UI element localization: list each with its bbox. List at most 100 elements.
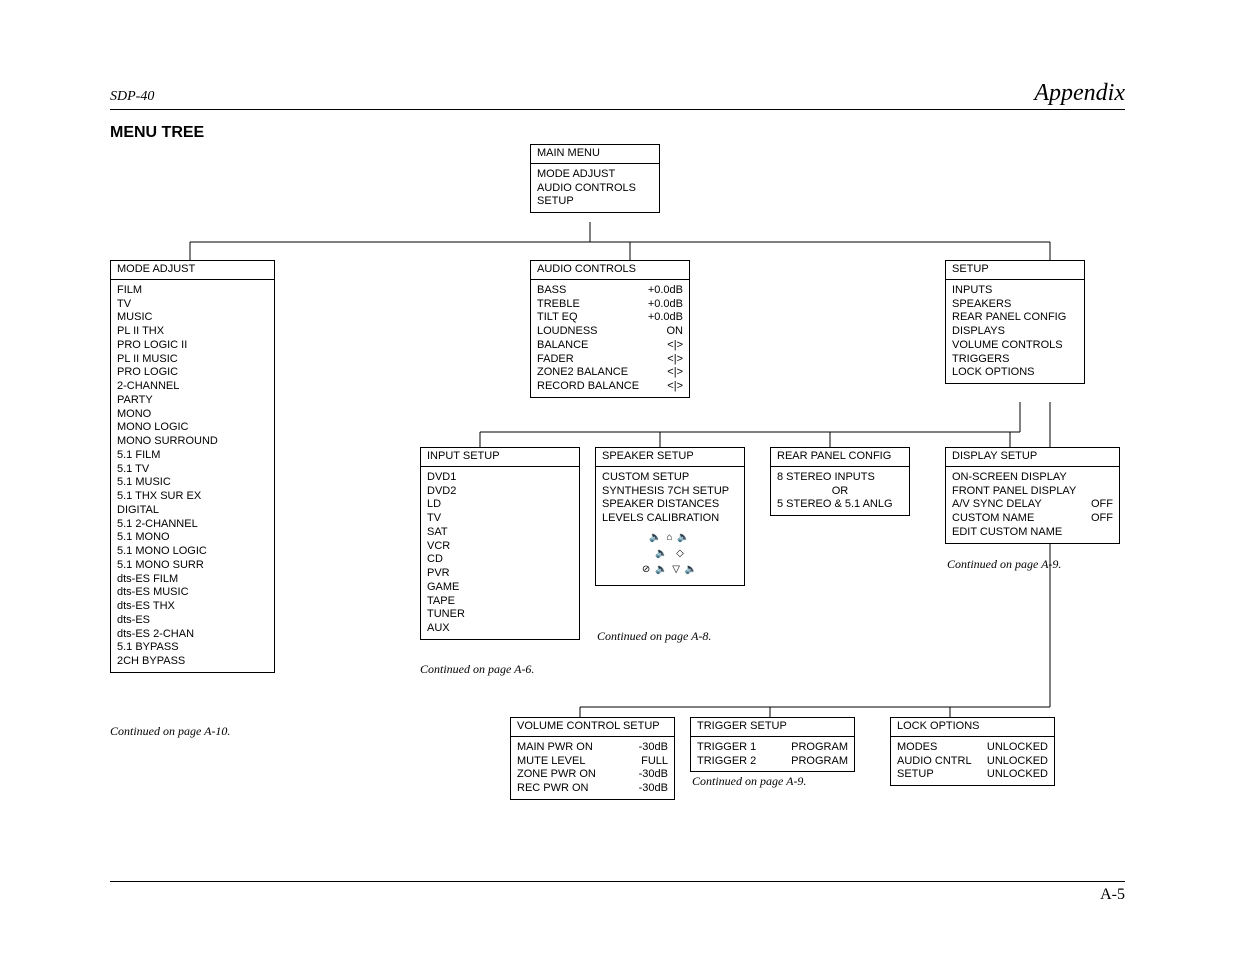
list-item: dts-ES FILM bbox=[117, 573, 268, 587]
speaker-setup-continued: Continued on page A-8. bbox=[597, 629, 711, 644]
list-item: 5.1 MUSIC bbox=[117, 476, 268, 490]
mode-adjust-title: MODE ADJUST bbox=[111, 261, 274, 280]
display-setup-box: DISPLAY SETUP ON-SCREEN DISPLAYFRONT PAN… bbox=[945, 447, 1120, 544]
row-label: A/V SYNC DELAY bbox=[952, 498, 1042, 512]
row-label: RECORD BALANCE bbox=[537, 380, 639, 394]
list-item: dts-ES bbox=[117, 614, 268, 628]
rear-panel-item: OR bbox=[777, 485, 903, 499]
list-item: DVD2 bbox=[427, 485, 573, 499]
list-item: TRIGGER 2PROGRAM bbox=[697, 755, 848, 769]
row-label: MAIN PWR ON bbox=[517, 741, 593, 755]
main-menu-item: SETUP bbox=[537, 195, 653, 209]
list-item: DVD1 bbox=[427, 471, 573, 485]
rear-panel-box: REAR PANEL CONFIG 8 STEREO INPUTS OR 5 S… bbox=[770, 447, 910, 516]
row-value: -30dB bbox=[639, 768, 668, 782]
row-label: ON-SCREEN DISPLAY bbox=[952, 471, 1067, 485]
row-label: BASS bbox=[537, 284, 566, 298]
row-label: AUDIO CNTRL bbox=[897, 755, 972, 769]
row-value: <|> bbox=[667, 366, 683, 380]
lock-options-box: LOCK OPTIONS MODESUNLOCKEDAUDIO CNTRL UNL… bbox=[890, 717, 1055, 786]
row-value: FULL bbox=[641, 755, 668, 769]
row-label: SETUP bbox=[897, 768, 934, 782]
list-item: TRIGGER 1PROGRAM bbox=[697, 741, 848, 755]
list-item: PRO LOGIC II bbox=[117, 339, 268, 353]
list-item: SPEAKER DISTANCES bbox=[602, 498, 738, 512]
list-item: RECORD BALANCE <|> bbox=[537, 380, 683, 394]
list-item: ZONE PWR ON -30dB bbox=[517, 768, 668, 782]
list-item: MONO SURROUND bbox=[117, 435, 268, 449]
page-number: A-5 bbox=[110, 881, 1125, 904]
row-value: <|> bbox=[667, 380, 683, 394]
row-label: FRONT PANEL DISPLAY bbox=[952, 485, 1076, 499]
list-item: FRONT PANEL DISPLAY bbox=[952, 485, 1113, 499]
list-item: 5.1 FILM bbox=[117, 449, 268, 463]
list-item: 5.1 MONO LOGIC bbox=[117, 545, 268, 559]
list-item: TV bbox=[427, 512, 573, 526]
list-item: ZONE2 BALANCE<|> bbox=[537, 366, 683, 380]
setup-title: SETUP bbox=[946, 261, 1084, 280]
list-item: BALANCE<|> bbox=[537, 339, 683, 353]
main-menu-item: MODE ADJUST bbox=[537, 168, 653, 182]
row-label: ZONE PWR ON bbox=[517, 768, 596, 782]
row-value: ON bbox=[667, 325, 684, 339]
lock-options-title: LOCK OPTIONS bbox=[891, 718, 1054, 737]
list-item: TRIGGERS bbox=[952, 353, 1078, 367]
audio-controls-box: AUDIO CONTROLS BASS +0.0dBTREBLE+0.0dBTIL… bbox=[530, 260, 690, 398]
menu-tree-diagram: MAIN MENU MODE ADJUST AUDIO CONTROLS SET… bbox=[110, 152, 1125, 842]
list-item: DISPLAYS bbox=[952, 325, 1078, 339]
list-item: TUNER bbox=[427, 608, 573, 622]
list-item: dts-ES MUSIC bbox=[117, 586, 268, 600]
row-label: MUTE LEVEL bbox=[517, 755, 585, 769]
list-item: LEVELS CALIBRATION bbox=[602, 512, 738, 526]
rear-panel-item: 8 STEREO INPUTS bbox=[777, 471, 903, 485]
row-value: -30dB bbox=[639, 741, 668, 755]
list-item: MAIN PWR ON -30dB bbox=[517, 741, 668, 755]
mode-adjust-continued: Continued on page A-10. bbox=[110, 724, 230, 739]
list-item: VCR bbox=[427, 540, 573, 554]
row-value: OFF bbox=[1091, 498, 1113, 512]
audio-controls-title: AUDIO CONTROLS bbox=[531, 261, 689, 280]
row-value: UNLOCKED bbox=[987, 741, 1048, 755]
row-label: TRIGGER 1 bbox=[697, 741, 756, 755]
rear-panel-item: 5 STEREO & 5.1 ANLG bbox=[777, 498, 903, 512]
display-setup-title: DISPLAY SETUP bbox=[946, 448, 1119, 467]
list-item: TV bbox=[117, 298, 268, 312]
list-item: dts-ES THX bbox=[117, 600, 268, 614]
list-item: 5.1 TV bbox=[117, 463, 268, 477]
list-item: TILT EQ+0.0dB bbox=[537, 311, 683, 325]
list-item: MUTE LEVEL FULL bbox=[517, 755, 668, 769]
list-item: PL II THX bbox=[117, 325, 268, 339]
row-label: EDIT CUSTOM NAME bbox=[952, 526, 1062, 540]
list-item: TREBLE+0.0dB bbox=[537, 298, 683, 312]
list-item: LOUDNESS ON bbox=[537, 325, 683, 339]
list-item: CUSTOM NAMEOFF bbox=[952, 512, 1113, 526]
volume-control-box: VOLUME CONTROL SETUP MAIN PWR ON-30dBMUT… bbox=[510, 717, 675, 800]
list-item: SETUPUNLOCKED bbox=[897, 768, 1048, 782]
row-label: LOUDNESS bbox=[537, 325, 598, 339]
list-item: GAME bbox=[427, 581, 573, 595]
list-item: TAPE bbox=[427, 595, 573, 609]
list-item: 5.1 MONO bbox=[117, 531, 268, 545]
list-item: MUSIC bbox=[117, 311, 268, 325]
input-setup-title: INPUT SETUP bbox=[421, 448, 579, 467]
row-label: TREBLE bbox=[537, 298, 580, 312]
list-item: VOLUME CONTROLS bbox=[952, 339, 1078, 353]
input-setup-continued: Continued on page A-6. bbox=[420, 662, 534, 677]
row-value: <|> bbox=[667, 353, 683, 367]
list-item: 2-CHANNEL bbox=[117, 380, 268, 394]
row-label: FADER bbox=[537, 353, 574, 367]
row-value: +0.0dB bbox=[648, 311, 683, 325]
list-item: ON-SCREEN DISPLAY bbox=[952, 471, 1113, 485]
display-setup-continued: Continued on page A-9. bbox=[947, 557, 1061, 572]
input-setup-box: INPUT SETUP DVD1DVD2LDTVSATVCRCDPVRGAMET… bbox=[420, 447, 580, 640]
list-item: SAT bbox=[427, 526, 573, 540]
list-item: DIGITAL bbox=[117, 504, 268, 518]
trigger-setup-box: TRIGGER SETUP TRIGGER 1PROGRAMTRIGGER 2P… bbox=[690, 717, 855, 772]
list-item: dts-ES 2-CHAN bbox=[117, 628, 268, 642]
list-item: MODESUNLOCKED bbox=[897, 741, 1048, 755]
list-item: SYNTHESIS 7CH SETUP bbox=[602, 485, 738, 499]
list-item: SPEAKERS bbox=[952, 298, 1078, 312]
trigger-setup-continued: Continued on page A-9. bbox=[692, 774, 806, 789]
list-item: EDIT CUSTOM NAME bbox=[952, 526, 1113, 540]
row-label: TRIGGER 2 bbox=[697, 755, 756, 769]
